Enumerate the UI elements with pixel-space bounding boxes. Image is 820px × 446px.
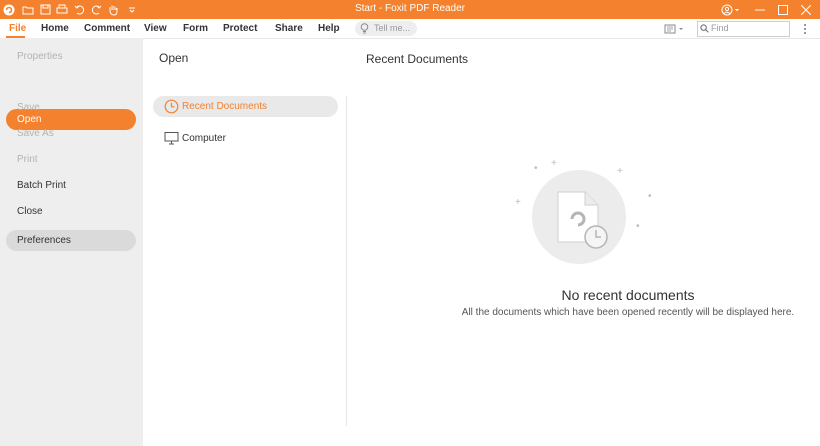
menu-form[interactable]: Form [183, 23, 208, 34]
backstage-sidebar: Properties Open Save Save As Print Batch… [0, 38, 143, 446]
sidebar-item-print[interactable]: Print [17, 154, 38, 165]
title-bar: Start - Foxit PDF Reader [0, 0, 820, 19]
menu-help[interactable]: Help [318, 23, 340, 34]
open-option-recent-documents[interactable]: Recent Documents [153, 96, 338, 117]
sparkle-dot-icon: • [648, 191, 652, 202]
menu-protect[interactable]: Protect [223, 23, 257, 34]
open-option-computer-label: Computer [182, 133, 226, 144]
view-mode-button[interactable] [664, 22, 686, 36]
find-input[interactable]: Find [697, 21, 790, 37]
recent-documents-title: Recent Documents [366, 52, 469, 66]
computer-icon [164, 132, 179, 145]
open-title: Open [159, 51, 189, 65]
sidebar-item-save-as[interactable]: Save As [17, 128, 54, 139]
account-button[interactable] [716, 0, 746, 19]
sidebar-item-save[interactable]: Save [17, 102, 40, 113]
more-options-icon[interactable] [801, 22, 809, 36]
panel-divider [346, 96, 347, 426]
open-option-computer[interactable]: Computer [153, 128, 338, 149]
sidebar-item-preferences-label: Preferences [17, 235, 71, 246]
menu-view[interactable]: View [144, 23, 167, 34]
menu-share[interactable]: Share [275, 23, 303, 34]
sidebar-item-close[interactable]: Close [17, 206, 43, 217]
lightbulb-icon [360, 23, 369, 34]
close-window-button[interactable] [791, 0, 820, 19]
tell-me-search[interactable]: Tell me... [355, 21, 417, 36]
sparkle-dot-icon: • [534, 163, 538, 174]
sidebar-item-open-label: Open [17, 114, 42, 125]
sidebar-item-preferences[interactable]: Preferences [6, 230, 136, 251]
search-icon [700, 24, 709, 33]
clock-icon [164, 99, 179, 114]
empty-state-message: All the documents which have been opened… [461, 307, 795, 318]
sparkle-plus-icon: + [515, 197, 521, 208]
sparkle-plus-icon: + [551, 158, 557, 169]
menu-file[interactable]: File [9, 23, 26, 34]
tell-me-placeholder: Tell me... [374, 23, 411, 33]
sidebar-item-batch-print[interactable]: Batch Print [17, 180, 66, 191]
sidebar-item-properties[interactable]: Properties [17, 51, 63, 62]
open-option-recent-label: Recent Documents [182, 101, 268, 112]
sparkle-plus-icon: + [617, 166, 623, 177]
empty-state-title: No recent documents [561, 287, 695, 303]
find-placeholder: Find [711, 23, 729, 33]
menu-home[interactable]: Home [41, 23, 69, 34]
recent-document-icon [557, 191, 608, 249]
sparkle-dot-icon: • [636, 221, 640, 232]
menu-comment[interactable]: Comment [84, 23, 130, 34]
window-title: Start - Foxit PDF Reader [354, 3, 466, 14]
